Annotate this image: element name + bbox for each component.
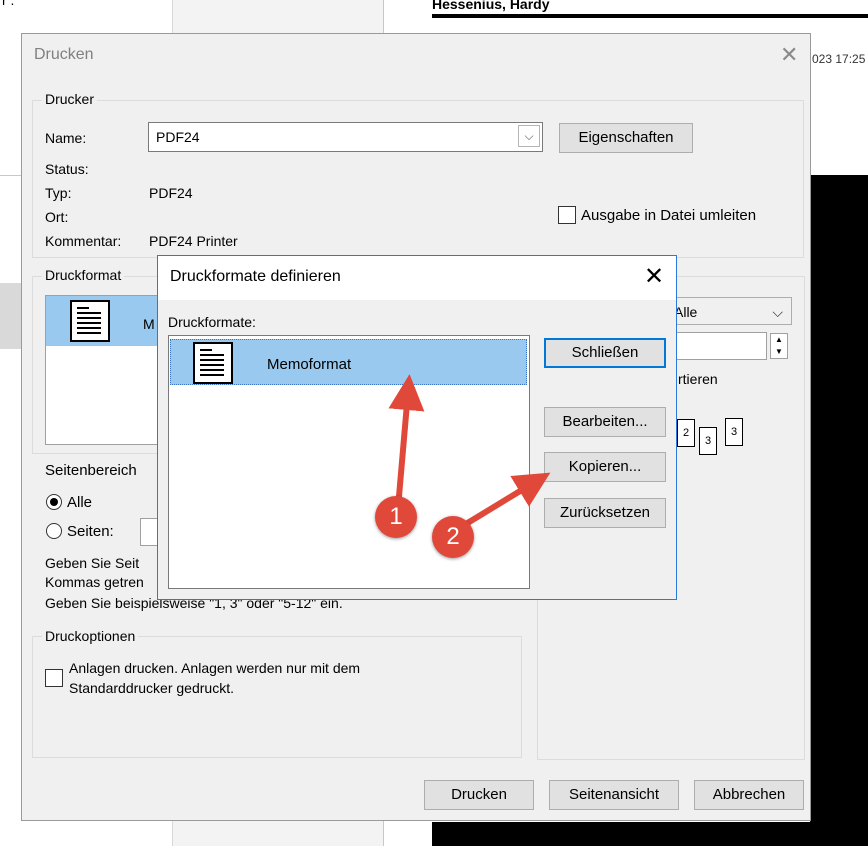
step-badge-1: 1 [375, 496, 417, 538]
arrow-to-list-item [388, 374, 425, 511]
step-badge-2: 2 [432, 516, 474, 558]
annotation-arrows [388, 374, 551, 533]
